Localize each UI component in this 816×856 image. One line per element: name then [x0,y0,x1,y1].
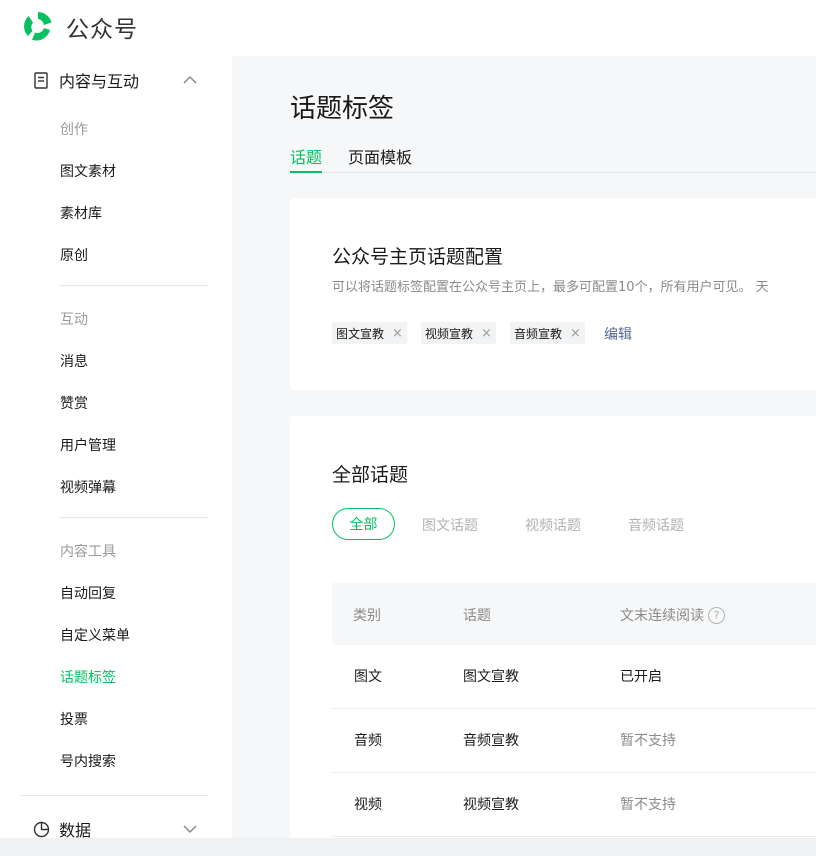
bottom-strip [0,838,816,856]
sidebar-item-topic-tags[interactable]: 话题标签 [60,667,116,687]
topic-tag: 视频宣教 × [421,322,496,344]
table-row: 音频 音频宣教 暂不支持 [332,709,816,773]
filter-all-button[interactable]: 全部 [332,508,395,540]
divider [60,517,208,518]
tab-bar: 话题 页面模板 [290,144,816,173]
edit-link[interactable]: 编辑 [604,324,632,344]
cell-continuous-read: 暂不支持 [620,797,676,813]
help-icon[interactable]: ? [708,607,725,624]
table-header: 类别 话题 文末连续阅读? [332,583,816,645]
page-title: 话题标签 [290,94,395,124]
sidebar: 内容与互动 创作 图文素材 素材库 原创 互动 消息 赞赏 用户管理 视频弹幕 … [0,56,232,856]
topic-tag-label: 视频宣教 [425,326,474,341]
filter-audio-topics[interactable]: 音频话题 [628,515,684,535]
topic-tag-label: 图文宣教 [336,326,385,341]
cell-topic: 音频宣教 [463,733,519,749]
document-icon [31,70,51,90]
sidebar-item-news-material[interactable]: 图文素材 [60,161,116,181]
cell-category: 视频 [354,797,382,813]
homepage-topic-config-card: 公众号主页话题配置 可以将话题标签配置在公众号主页上，最多可配置10个，所有用户… [290,198,816,390]
divider [60,285,208,286]
sidebar-item-in-account-search[interactable]: 号内搜索 [60,751,116,771]
cell-category: 图文 [354,669,382,685]
column-header-continuous-read: 文末连续阅读? [620,605,725,625]
sidebar-item-video-danmaku[interactable]: 视频弹幕 [60,477,116,497]
cell-category: 音频 [354,733,382,749]
filter-article-topics[interactable]: 图文话题 [422,515,478,535]
close-icon[interactable]: × [481,326,492,341]
cell-topic: 图文宣教 [463,669,519,685]
card-description: 可以将话题标签配置在公众号主页上，最多可配置10个，所有用户可见。 天 [332,280,769,295]
sidebar-item-vote[interactable]: 投票 [60,709,88,729]
sidebar-item-auto-reply[interactable]: 自动回复 [60,583,116,603]
divider [20,795,208,796]
chevron-down-icon [183,825,197,834]
card-title: 公众号主页话题配置 [332,246,504,268]
brand-title: 公众号 [66,17,138,43]
top-bar: 公众号 [0,0,816,56]
cell-continuous-read: 已开启 [620,669,662,685]
tab-page-template[interactable]: 页面模板 [348,144,412,173]
column-header-category: 类别 [353,608,381,624]
pie-chart-icon [31,819,51,839]
column-header-topic: 话题 [463,608,491,624]
sidebar-item-reward[interactable]: 赞赏 [60,393,88,413]
all-topics-card: 全部话题 全部 图文话题 视频话题 音频话题 类别 话题 文末连续阅读? 图文 … [290,416,816,856]
sidebar-item-messages[interactable]: 消息 [60,351,88,371]
cell-continuous-read: 暂不支持 [620,733,676,749]
cell-topic: 视频宣教 [463,797,519,813]
close-icon[interactable]: × [392,326,403,341]
topic-tag: 图文宣教 × [332,322,407,344]
nav-group-label: 内容与互动 [59,72,140,91]
sidebar-item-original[interactable]: 原创 [60,245,88,265]
close-icon[interactable]: × [570,326,581,341]
topic-tag-label: 音频宣教 [514,326,563,341]
topic-tag: 音频宣教 × [510,322,585,344]
column-header-label: 文末连续阅读 [620,608,704,624]
table-row: 视频 视频宣教 暂不支持 [332,773,816,837]
card-title: 全部话题 [332,464,409,486]
nav-group-content[interactable]: 内容与互动 [20,56,210,104]
main-content: 话题标签 话题 页面模板 公众号主页话题配置 可以将话题标签配置在公众号主页上，… [232,56,816,856]
tab-topics[interactable]: 话题 [290,144,323,173]
table-row: 图文 图文宣教 已开启 [332,645,816,709]
section-title-interact: 互动 [60,312,88,328]
wechat-logo-icon[interactable] [19,8,57,44]
sidebar-item-user-management[interactable]: 用户管理 [60,435,116,455]
section-title-create: 创作 [60,122,88,138]
chevron-up-icon [183,75,197,84]
sidebar-item-custom-menu[interactable]: 自定义菜单 [60,625,130,645]
sidebar-item-material-library[interactable]: 素材库 [60,203,102,223]
filter-video-topics[interactable]: 视频话题 [525,515,581,535]
section-title-tools: 内容工具 [60,544,116,560]
